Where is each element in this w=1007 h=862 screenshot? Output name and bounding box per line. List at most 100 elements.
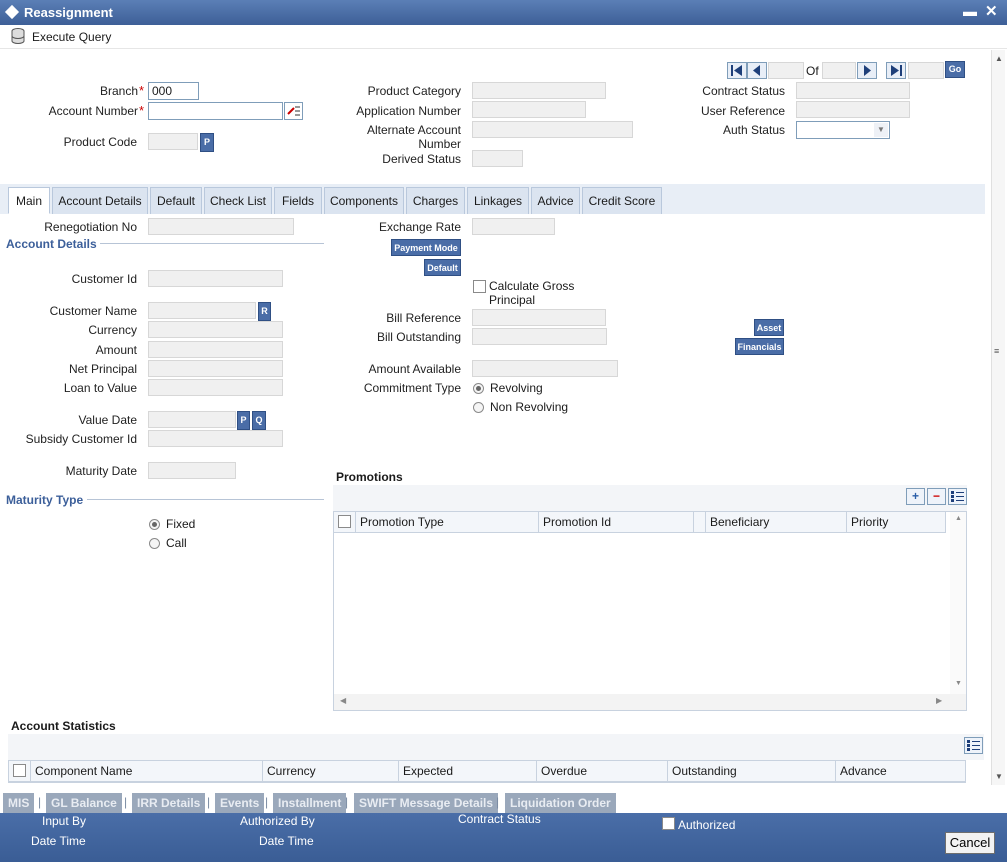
separator: | — [124, 795, 128, 809]
irr-details-link[interactable]: IRR Details — [132, 793, 206, 813]
customer-id-field — [148, 270, 283, 287]
amount-label: Amount — [95, 343, 137, 357]
default-button[interactable]: Default — [424, 259, 461, 276]
product-code-p-button[interactable]: P — [200, 133, 214, 152]
renegotiation-no-field — [148, 218, 294, 235]
tab-charges[interactable]: Charges — [406, 187, 465, 214]
tab-linkages[interactable]: Linkages — [467, 187, 529, 214]
execute-query-button[interactable]: Execute Query — [32, 30, 111, 44]
alternate-account-label: Alternate Account — [366, 123, 461, 137]
promotions-grid: Promotion Type Promotion Id Beneficiary … — [333, 511, 967, 711]
column-advance[interactable]: Advance — [836, 761, 965, 782]
column-expected[interactable]: Expected — [399, 761, 537, 782]
asset-button[interactable]: Asset — [754, 319, 784, 336]
value-date-field — [148, 411, 236, 428]
authorized-checkbox[interactable] — [662, 817, 675, 830]
value-date-q-button[interactable]: Q — [252, 411, 266, 430]
call-radio[interactable] — [149, 538, 160, 549]
next-record-icon[interactable] — [857, 62, 877, 79]
account-number-label: Account Number — [48, 104, 138, 118]
customer-name-label: Customer Name — [49, 304, 137, 318]
single-view-icon[interactable] — [964, 737, 983, 754]
promotions-grid-header: Promotion Type Promotion Id Beneficiary … — [334, 512, 946, 533]
column-promotion-type[interactable]: Promotion Type — [356, 512, 539, 533]
add-row-icon[interactable]: + — [906, 488, 925, 505]
separator: | — [38, 795, 42, 809]
required-marker: * — [139, 103, 145, 118]
revolving-label: Revolving — [490, 381, 543, 395]
tab-components[interactable]: Components — [324, 187, 404, 214]
close-icon[interactable]: ✕ — [985, 2, 998, 20]
calculate-gross-label-2: Principal — [489, 293, 536, 307]
column-outstanding[interactable]: Outstanding — [668, 761, 836, 782]
promotions-hscroll[interactable]: ◀ ▶ — [334, 694, 966, 710]
authorized-label: Authorized — [678, 818, 736, 832]
database-icon — [11, 28, 25, 44]
minimize-icon[interactable]: ▬ — [963, 3, 977, 19]
tab-credit-score[interactable]: Credit Score — [582, 187, 662, 214]
value-date-p-button[interactable]: P — [237, 411, 250, 430]
column-priority[interactable]: Priority — [847, 512, 946, 533]
promotions-toolbar — [333, 485, 967, 511]
account-statistics-heading: Account Statistics — [11, 719, 116, 733]
tab-check-list[interactable]: Check List — [204, 187, 272, 214]
go-button[interactable]: Go — [945, 61, 965, 78]
liquidation-order-link[interactable]: Liquidation Order — [505, 793, 616, 813]
bill-outstanding-field — [472, 328, 607, 345]
mis-link[interactable]: MIS — [3, 793, 35, 813]
divider — [100, 243, 324, 244]
net-principal-label: Net Principal — [68, 362, 137, 376]
column-promotion-id[interactable]: Promotion Id — [539, 512, 694, 533]
customer-name-r-button[interactable]: R — [258, 302, 271, 321]
installment-link[interactable]: Installment — [273, 793, 347, 813]
column-overdue[interactable]: Overdue — [537, 761, 668, 782]
previous-record-icon[interactable] — [747, 62, 767, 79]
gl-balance-link[interactable]: GL Balance — [46, 793, 122, 813]
account-statistics-grid: Component Name Currency Expected Overdue… — [8, 760, 966, 783]
single-view-icon[interactable] — [948, 488, 967, 505]
amount-available-label: Amount Available — [368, 362, 461, 376]
alternate-account-label-2: Number — [418, 137, 461, 151]
calculate-gross-principal-checkbox[interactable] — [473, 280, 486, 293]
fixed-radio[interactable] — [149, 519, 160, 530]
auth-status-select[interactable]: ▼ — [796, 121, 890, 139]
renegotiation-no-label: Renegotiation No — [44, 220, 137, 234]
account-statistics-header: Component Name Currency Expected Overdue… — [9, 761, 965, 782]
tab-account-details[interactable]: Account Details — [52, 187, 148, 214]
events-link[interactable]: Events — [215, 793, 265, 813]
non-revolving-radio[interactable] — [473, 402, 484, 413]
current-record-field[interactable] — [768, 62, 804, 79]
column-component-name[interactable]: Component Name — [31, 761, 263, 782]
date-time-label: Date Time — [31, 834, 86, 848]
account-number-input[interactable] — [148, 102, 283, 120]
required-marker: * — [139, 83, 145, 98]
select-all-checkbox[interactable] — [338, 515, 351, 528]
vertical-scrollbar[interactable]: ▲ ≡ ▼ — [991, 50, 1005, 785]
chevron-down-icon: ▼ — [874, 123, 888, 137]
first-record-icon[interactable] — [727, 62, 747, 79]
branch-input[interactable]: 000 — [148, 82, 199, 100]
cancel-button[interactable]: Cancel — [945, 832, 995, 854]
product-code-field[interactable] — [148, 133, 198, 150]
customer-id-label: Customer Id — [71, 272, 137, 286]
separator: | — [207, 795, 211, 809]
payment-mode-button[interactable]: Payment Mode — [391, 239, 461, 256]
tab-main[interactable]: Main — [8, 187, 50, 214]
tab-fields[interactable]: Fields — [274, 187, 322, 214]
column-beneficiary[interactable]: Beneficiary — [706, 512, 847, 533]
last-record-icon[interactable] — [886, 62, 906, 79]
tab-advice[interactable]: Advice — [531, 187, 580, 214]
account-lookup-button[interactable] — [284, 102, 303, 120]
application-number-field — [472, 101, 586, 118]
go-record-field[interactable] — [908, 62, 944, 79]
tab-default[interactable]: Default — [150, 187, 202, 214]
column-currency[interactable]: Currency — [263, 761, 399, 782]
title-bar: Reassignment ▬ ✕ — [0, 0, 1007, 25]
total-records-field — [822, 62, 856, 79]
delete-row-icon[interactable]: − — [927, 488, 946, 505]
revolving-radio[interactable] — [473, 383, 484, 394]
financials-button[interactable]: Financials — [735, 338, 784, 355]
select-all-checkbox[interactable] — [13, 764, 26, 777]
swift-message-details-link[interactable]: SWIFT Message Details — [354, 793, 499, 813]
promotions-vscroll[interactable]: ▲ ▼ — [950, 512, 966, 694]
